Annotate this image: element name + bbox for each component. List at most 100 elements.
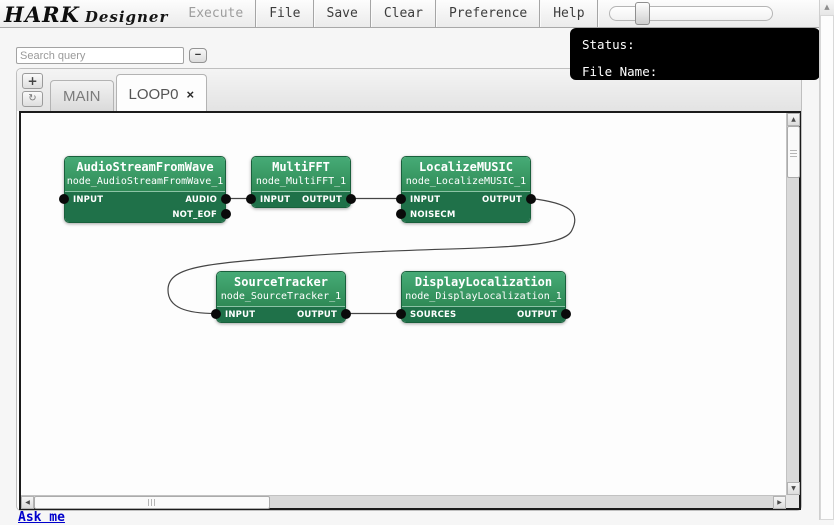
node-ports: INPUT OUTPUT bbox=[217, 306, 345, 322]
flow-node-multifft[interactable]: MultiFFTnode_MultiFFT_1 INPUT OUTPUT bbox=[251, 156, 351, 208]
port-dot-output[interactable] bbox=[561, 309, 571, 319]
search-collapse-button[interactable]: − bbox=[189, 48, 207, 63]
port-label-noisecm: NOISECM bbox=[410, 210, 456, 220]
close-tab-icon[interactable]: × bbox=[187, 87, 195, 102]
port-row: NOISECM bbox=[402, 207, 530, 222]
port-label-output: OUTPUT bbox=[482, 195, 522, 205]
node-header: SourceTrackernode_SourceTracker_1 bbox=[217, 272, 345, 306]
port-dot-output[interactable] bbox=[341, 309, 351, 319]
port-dot-not_eof[interactable] bbox=[221, 209, 231, 219]
node-instance-name: node_DisplayLocalization_1 bbox=[402, 290, 565, 303]
toolbar-button-save[interactable]: Save bbox=[315, 0, 370, 27]
port-label-input: INPUT bbox=[73, 195, 103, 205]
port-label-not_eof: NOT_EOF bbox=[172, 210, 217, 220]
logo-designer: Designer bbox=[85, 8, 169, 26]
scroll-right-icon[interactable]: ▶ bbox=[773, 496, 786, 509]
toolbar-separator bbox=[597, 0, 599, 27]
flow-node-audiostreamfromwave[interactable]: AudioStreamFromWavenode_AudioStreamFromW… bbox=[64, 156, 226, 223]
port-dot-input[interactable] bbox=[396, 194, 406, 204]
port-dot-input[interactable] bbox=[211, 309, 221, 319]
flow-canvas[interactable]: AudioStreamFromWavenode_AudioStreamFromW… bbox=[19, 111, 801, 510]
toolbar-button-execute: Execute bbox=[176, 0, 255, 27]
port-dot-input[interactable] bbox=[246, 194, 256, 204]
node-title: LocalizeMUSIC bbox=[402, 160, 530, 175]
add-tab-button[interactable]: + bbox=[22, 73, 43, 89]
tab-main[interactable]: MAIN bbox=[50, 80, 114, 111]
node-header: MultiFFTnode_MultiFFT_1 bbox=[252, 157, 350, 191]
toolbar-button-file[interactable]: File bbox=[257, 0, 312, 27]
port-label-input: INPUT bbox=[225, 310, 255, 320]
node-ports: INPUT OUTPUT bbox=[252, 191, 350, 207]
port-label-output: OUTPUT bbox=[297, 310, 337, 320]
node-box: LocalizeMUSICnode_LocalizeMUSIC_1 INPUT OU… bbox=[401, 156, 531, 223]
node-title: SourceTracker bbox=[217, 275, 345, 290]
page-scrollbar[interactable]: ▲ bbox=[819, 0, 834, 520]
port-label-output: OUTPUT bbox=[517, 310, 557, 320]
flow-node-displaylocalization[interactable]: DisplayLocalizationnode_DisplayLocalizat… bbox=[401, 271, 566, 323]
tabs-strip: MAIN LOOP0 × bbox=[50, 69, 209, 111]
port-label-output: OUTPUT bbox=[302, 195, 342, 205]
port-dot-input[interactable] bbox=[59, 194, 69, 204]
canvas-vertical-scrollbar[interactable]: ▲ ▼ bbox=[786, 113, 799, 495]
status-label: Status: bbox=[582, 37, 820, 52]
scrollbar-corner bbox=[786, 495, 799, 508]
logo-hark: HARK bbox=[4, 2, 80, 27]
port-row: SOURCES OUTPUT bbox=[402, 307, 565, 322]
port-label-sources: SOURCES bbox=[410, 310, 456, 320]
node-instance-name: node_AudioStreamFromWave_1 bbox=[65, 175, 225, 188]
file-name-label: File Name: bbox=[582, 64, 820, 79]
horizontal-scroll-thumb[interactable] bbox=[34, 496, 270, 509]
search-input[interactable] bbox=[16, 47, 184, 64]
flow-panel: + ↻ MAIN LOOP0 × AudioStreamFromWavenode_A… bbox=[16, 68, 802, 511]
node-box: SourceTrackernode_SourceTracker_1 INPUT OU… bbox=[216, 271, 346, 323]
zoom-slider[interactable] bbox=[609, 6, 773, 21]
node-box: MultiFFTnode_MultiFFT_1 INPUT OUTPUT bbox=[251, 156, 351, 208]
node-box: AudioStreamFromWavenode_AudioStreamFromW… bbox=[64, 156, 226, 223]
flow-node-localizemusic[interactable]: LocalizeMUSICnode_LocalizeMUSIC_1 INPUT OU… bbox=[401, 156, 531, 223]
port-dot-sources[interactable] bbox=[396, 309, 406, 319]
toolbar-button-preference[interactable]: Preference bbox=[437, 0, 539, 27]
flow-node-sourcetracker[interactable]: SourceTrackernode_SourceTracker_1 INPUT OU… bbox=[216, 271, 346, 323]
port-dot-audio[interactable] bbox=[221, 194, 231, 204]
toolbar-buttons: ExecuteFileSaveClearPreferenceHelp bbox=[176, 0, 598, 27]
port-dot-noisecm[interactable] bbox=[396, 209, 406, 219]
vertical-scroll-thumb[interactable] bbox=[787, 126, 800, 178]
node-ports: SOURCES OUTPUT bbox=[402, 306, 565, 322]
scroll-down-icon[interactable]: ▼ bbox=[787, 482, 800, 495]
canvas-horizontal-scrollbar[interactable]: ◀ ▶ bbox=[21, 495, 786, 508]
toolbar: HARK Designer ExecuteFileSaveClearPrefer… bbox=[0, 0, 834, 28]
node-ports: INPUT AUDIO NOT_EOF bbox=[65, 191, 225, 222]
port-label-audio: AUDIO bbox=[185, 195, 217, 205]
port-row: INPUT OUTPUT bbox=[252, 192, 350, 207]
node-instance-name: node_SourceTracker_1 bbox=[217, 290, 345, 303]
port-row: INPUT AUDIO bbox=[65, 192, 225, 207]
status-panel: Status: File Name: bbox=[570, 28, 820, 80]
page-scroll-up-icon[interactable]: ▲ bbox=[820, 0, 834, 16]
zoom-slider-handle[interactable] bbox=[635, 2, 650, 25]
node-header: DisplayLocalizationnode_DisplayLocalizat… bbox=[402, 272, 565, 306]
refresh-icon[interactable]: ↻ bbox=[22, 91, 43, 107]
tab-tools: + ↻ bbox=[22, 73, 43, 107]
port-label-input: INPUT bbox=[260, 195, 290, 205]
node-title: AudioStreamFromWave bbox=[65, 160, 225, 175]
port-label-input: INPUT bbox=[410, 195, 440, 205]
scroll-up-icon[interactable]: ▲ bbox=[787, 113, 800, 126]
toolbar-button-clear[interactable]: Clear bbox=[372, 0, 435, 27]
node-box: DisplayLocalizationnode_DisplayLocalizat… bbox=[401, 271, 566, 323]
scroll-left-icon[interactable]: ◀ bbox=[21, 496, 34, 509]
tab-label: MAIN bbox=[63, 88, 101, 105]
canvas-content[interactable]: AudioStreamFromWavenode_AudioStreamFromW… bbox=[21, 113, 786, 495]
page-scroll-thumb[interactable] bbox=[820, 15, 834, 520]
node-title: MultiFFT bbox=[252, 160, 350, 175]
node-title: DisplayLocalization bbox=[402, 275, 565, 290]
port-dot-output[interactable] bbox=[526, 194, 536, 204]
node-ports: INPUT OUTPUT NOISECM bbox=[402, 191, 530, 222]
node-header: AudioStreamFromWavenode_AudioStreamFromW… bbox=[65, 157, 225, 191]
node-header: LocalizeMUSICnode_LocalizeMUSIC_1 bbox=[402, 157, 530, 191]
port-dot-output[interactable] bbox=[346, 194, 356, 204]
toolbar-button-help[interactable]: Help bbox=[541, 0, 596, 27]
tab-loop0[interactable]: LOOP0 × bbox=[116, 74, 208, 111]
port-row: INPUT OUTPUT bbox=[217, 307, 345, 322]
ask-me-link[interactable]: Ask me bbox=[18, 510, 65, 525]
tab-label: LOOP0 bbox=[129, 86, 179, 103]
